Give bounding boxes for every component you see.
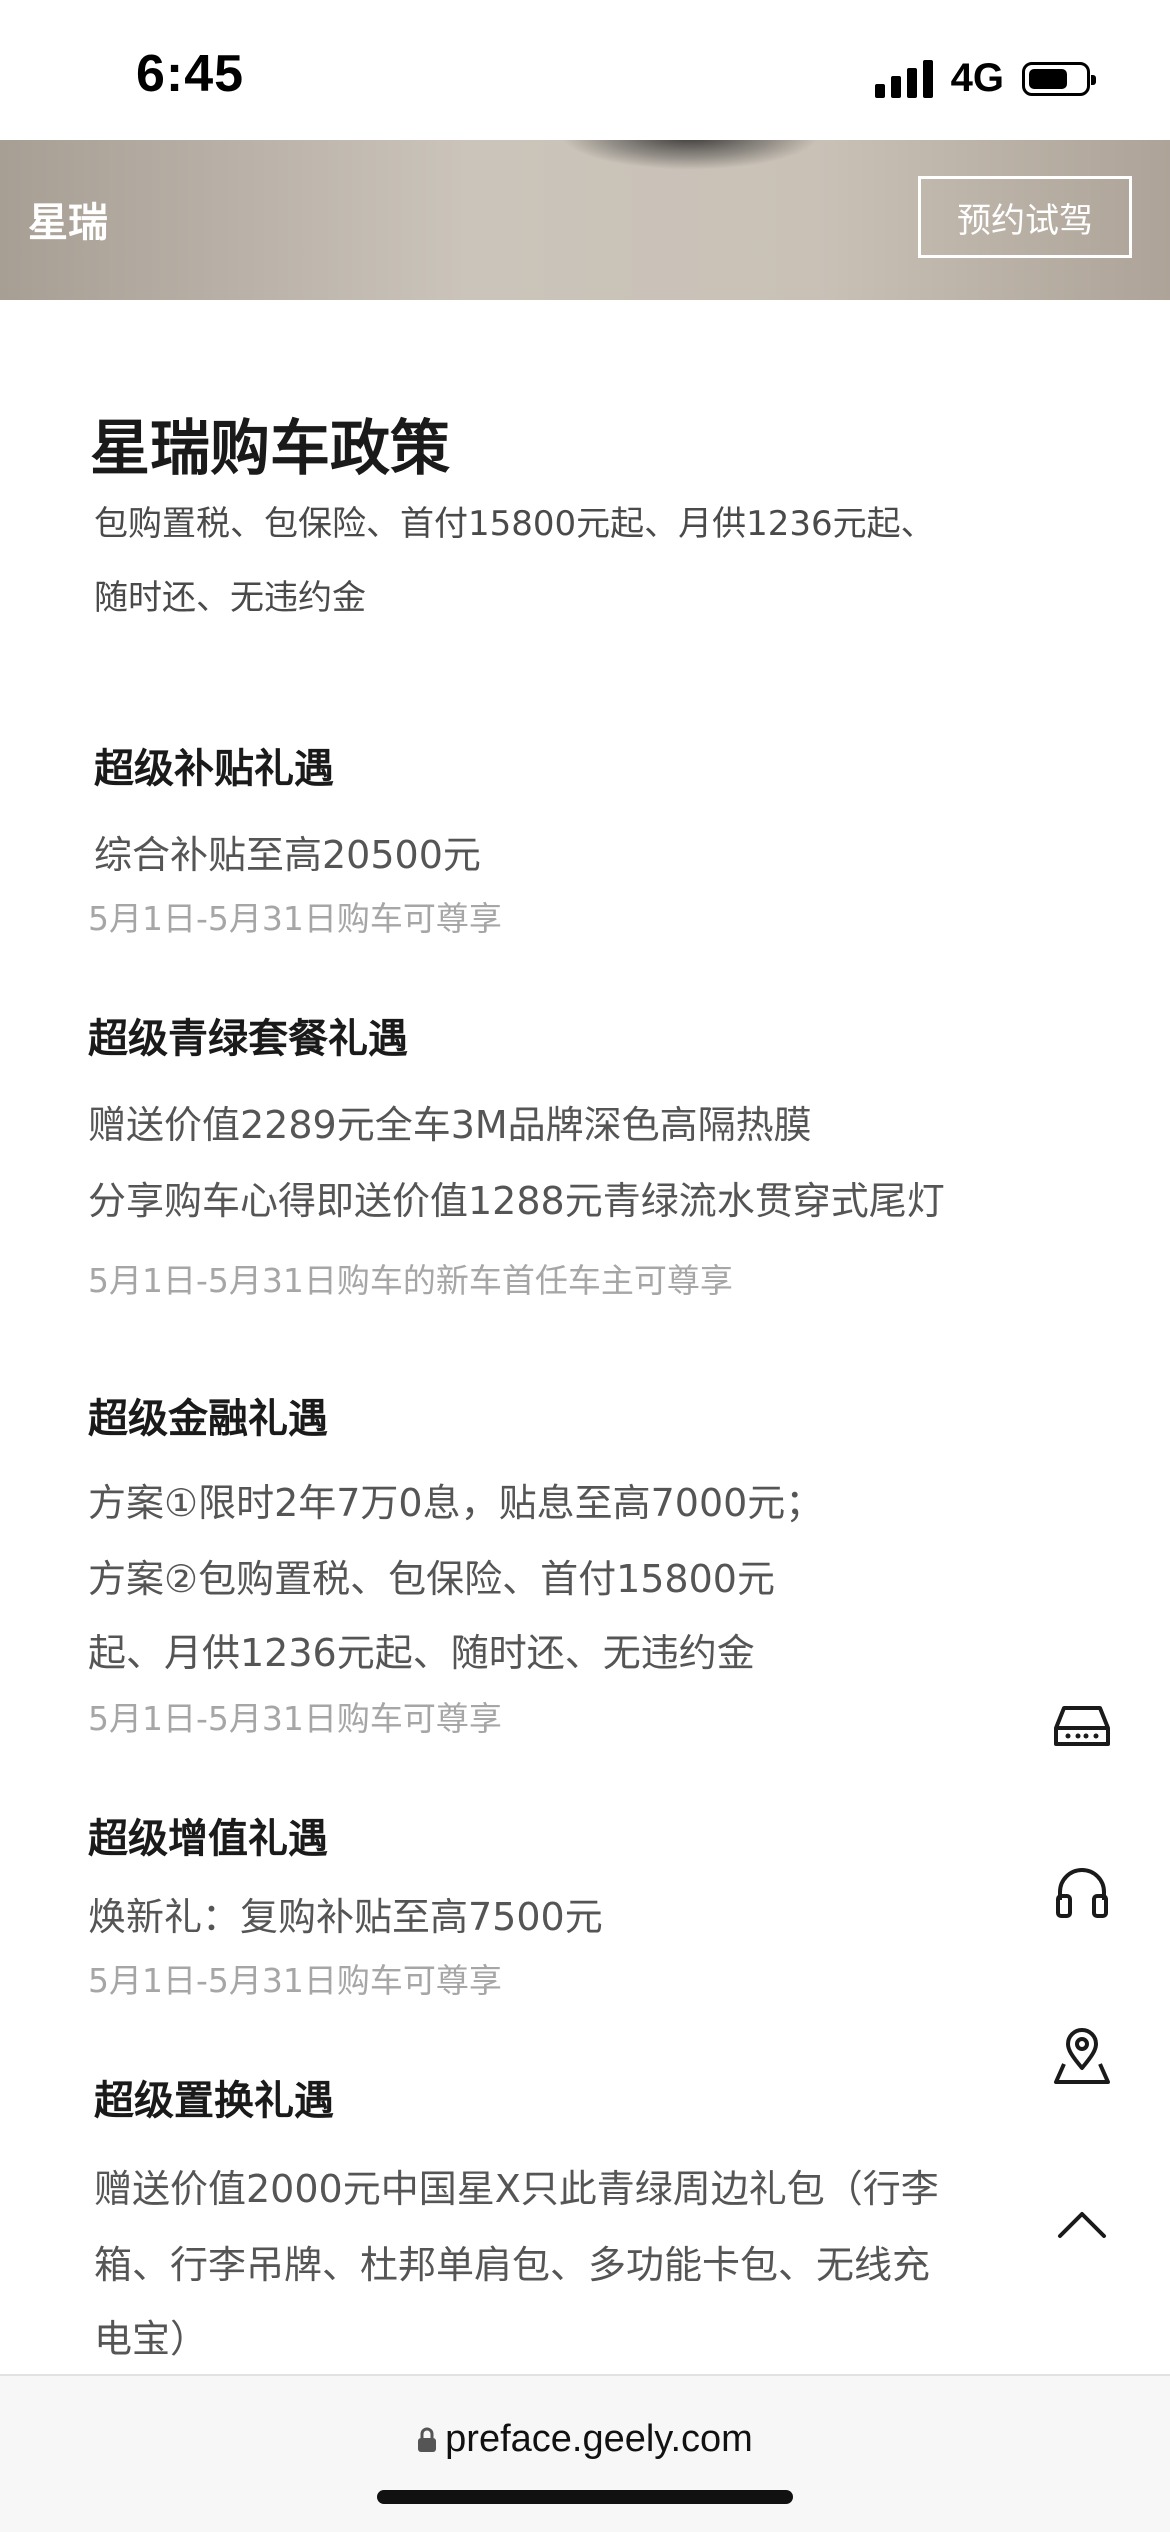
location-pin-icon[interactable]	[1042, 2016, 1122, 2096]
status-time: 6:45	[136, 45, 245, 103]
lock-icon	[418, 2427, 437, 2452]
section-note: 5月1日-5月31日购车可尊享	[88, 899, 502, 938]
policy-summary-line: 包购置税、包保险、首付15800元起、月供1236元起、	[94, 504, 935, 544]
battery-level	[1029, 68, 1067, 89]
url-text[interactable]: preface.geely.com	[445, 2418, 753, 2461]
url-row: preface.geely.com	[0, 2418, 1170, 2461]
section-line: 赠送价值2289元全车3M品牌深色高隔热膜	[88, 1103, 812, 1147]
section-line: 箱、行李吊牌、杜邦单肩包、多功能卡包、无线充	[94, 2243, 931, 2287]
signal-icon	[874, 59, 933, 98]
section-note: 5月1日-5月31日购车的新车首任车主可尊享	[88, 1261, 733, 1300]
section-note: 5月1日-5月31日购车可尊享	[88, 1699, 502, 1738]
network-label: 4G	[950, 56, 1004, 100]
chevron-up-icon[interactable]	[1042, 2184, 1122, 2264]
section-line: 方案①限时2年7万0息，贴息至高7000元；	[88, 1481, 824, 1525]
section-note: 5月1日-5月31日购车可尊享	[88, 1961, 502, 2000]
home-indicator[interactable]	[377, 2490, 793, 2504]
section-line: 赠送价值2000元中国星X只此青绿周边礼包（行李	[94, 2167, 939, 2211]
section-line: 焕新礼：复购补贴至高7500元	[88, 1895, 603, 1939]
headset-icon[interactable]	[1042, 1852, 1122, 1932]
section-line: 方案②包购置税、包保险、首付15800元	[88, 1557, 775, 1601]
site-header: 星瑞 预约试驾	[0, 140, 1170, 300]
section-line: 综合补贴至高20500元	[94, 833, 481, 877]
car-icon[interactable]	[1042, 1686, 1122, 1766]
test-drive-button[interactable]: 预约试驾	[918, 176, 1132, 258]
battery-icon	[1022, 61, 1096, 96]
browser-url-bar[interactable]: preface.geely.com	[0, 2374, 1170, 2532]
status-bar: 6:45 4G	[0, 0, 1170, 140]
section-title: 超级置换礼遇	[94, 2078, 334, 2124]
section-line: 电宝）	[94, 2317, 209, 2361]
page-title: 星瑞购车政策	[90, 414, 450, 484]
status-indicators: 4G	[874, 56, 1096, 101]
section-title: 超级青绿套餐礼遇	[88, 1016, 408, 1062]
brand-name[interactable]: 星瑞	[28, 190, 108, 248]
section-line: 分享购车心得即送价值1288元青绿流水贯穿式尾灯	[88, 1179, 945, 1223]
header-banner-image	[560, 140, 820, 170]
section-line: 起、月供1236元起、随时还、无违约金	[88, 1631, 755, 1675]
section-title: 超级补贴礼遇	[94, 746, 334, 792]
section-title: 超级金融礼遇	[88, 1396, 328, 1442]
policy-summary-line: 随时还、无违约金	[94, 578, 366, 618]
section-title: 超级增值礼遇	[88, 1816, 328, 1862]
